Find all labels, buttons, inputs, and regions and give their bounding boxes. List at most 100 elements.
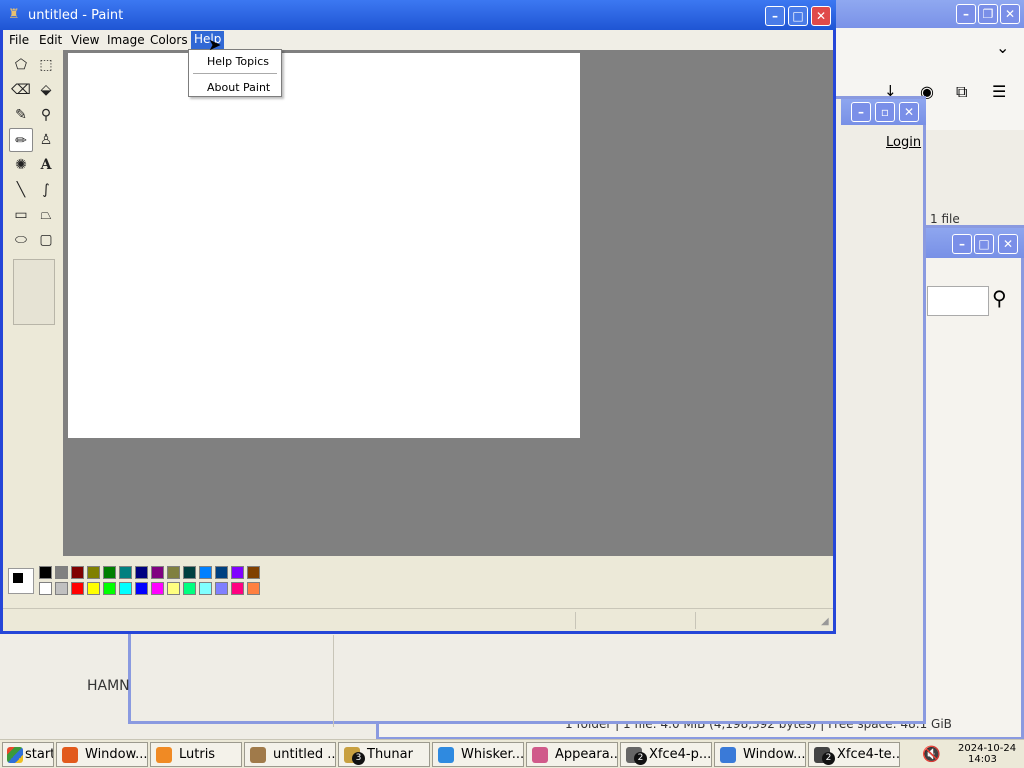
eraser-icon[interactable]: ⌫: [9, 78, 33, 102]
color-swatch[interactable]: [135, 566, 148, 579]
login-link[interactable]: Login: [886, 135, 921, 150]
taskbar-item[interactable]: Whisker...: [432, 742, 524, 767]
menu-file[interactable]: File: [9, 33, 29, 47]
thunar-close-button[interactable]: ✕: [998, 234, 1018, 254]
paint-minimize-button[interactable]: –: [765, 6, 785, 26]
extensions-icon[interactable]: ⧉: [956, 82, 967, 102]
curve-icon[interactable]: ∫: [34, 178, 58, 202]
clock-date[interactable]: 2024-10-24: [958, 743, 1016, 754]
color-swatch[interactable]: [71, 582, 84, 595]
current-colors-indicator[interactable]: [8, 568, 34, 594]
start-button[interactable]: start: [2, 742, 54, 767]
menu-icon[interactable]: ☰: [992, 82, 1006, 101]
chevron-down-icon[interactable]: ⌄: [996, 38, 1009, 57]
thunar-minimize-button[interactable]: –: [952, 234, 972, 254]
brush-icon[interactable]: ♙: [34, 128, 58, 152]
color-swatch[interactable]: [183, 582, 196, 595]
color-swatch[interactable]: [199, 582, 212, 595]
color-swatch[interactable]: [119, 582, 132, 595]
login-close-button[interactable]: ✕: [899, 102, 919, 122]
color-swatch[interactable]: [151, 566, 164, 579]
color-swatch[interactable]: [55, 582, 68, 595]
search-icon[interactable]: ⚲: [992, 286, 1007, 310]
browser-close-button[interactable]: ✕: [1000, 4, 1020, 24]
rect-select-icon[interactable]: ⬚: [34, 53, 58, 77]
line-icon[interactable]: ╲: [9, 178, 33, 202]
app-icon: [720, 747, 736, 763]
color-swatch[interactable]: [231, 582, 244, 595]
taskbar-item[interactable]: untitled ...: [244, 742, 336, 767]
color-swatch[interactable]: [87, 566, 100, 579]
rectangle-icon[interactable]: ▭: [9, 203, 33, 227]
ellipse-icon[interactable]: ⬭: [9, 228, 33, 252]
menu-colors[interactable]: Colors: [150, 33, 188, 47]
color-swatch[interactable]: [167, 582, 180, 595]
pencil-icon[interactable]: ✏: [9, 128, 33, 152]
tool-options-box[interactable]: [13, 259, 55, 325]
color-swatch[interactable]: [167, 566, 180, 579]
color-swatch[interactable]: [183, 566, 196, 579]
taskbar-item[interactable]: Window...: [56, 742, 148, 767]
paint-maximize-button[interactable]: □: [788, 6, 808, 26]
color-swatch[interactable]: [55, 566, 68, 579]
app-icon: [438, 747, 454, 763]
color-swatch[interactable]: [231, 566, 244, 579]
login-maximize-button[interactable]: ▫: [875, 102, 895, 122]
color-swatch[interactable]: [247, 566, 260, 579]
paint-menubar: File Edit View Image Colors Help: [3, 30, 833, 50]
taskbar-item[interactable]: Appeara...: [526, 742, 618, 767]
color-swatch[interactable]: [215, 566, 228, 579]
window-count-badge: 3: [352, 752, 365, 765]
app-icon: [156, 747, 172, 763]
clock-time[interactable]: 14:03: [968, 754, 997, 765]
color-swatch[interactable]: [215, 582, 228, 595]
login-minimize-button[interactable]: –: [851, 102, 871, 122]
browser-restore-button[interactable]: ❐: [978, 4, 998, 24]
magnifier-icon[interactable]: ⚲: [34, 103, 58, 127]
color-swatch[interactable]: [39, 566, 52, 579]
color-swatch[interactable]: [71, 566, 84, 579]
taskbar-item[interactable]: Lutris: [150, 742, 242, 767]
color-swatch[interactable]: [199, 566, 212, 579]
hamn-text: HAMN: [87, 678, 130, 694]
free-select-icon[interactable]: ⬠: [9, 53, 33, 77]
resize-grip-icon[interactable]: ◢: [821, 616, 829, 627]
taskbar-item-label: Thunar: [367, 747, 413, 762]
paint-titlebar[interactable]: ♜ untitled - Paint – □ ✕: [0, 0, 836, 30]
color-swatch[interactable]: [151, 582, 164, 595]
airbrush-icon[interactable]: ✺: [9, 153, 33, 177]
taskbar-item[interactable]: Window...: [714, 742, 806, 767]
paint-close-button[interactable]: ✕: [811, 6, 831, 26]
menu-item-help-topics[interactable]: Help Topics: [207, 55, 269, 68]
menu-image[interactable]: Image: [107, 33, 145, 47]
taskbar-item-label: Whisker...: [461, 747, 524, 762]
text-tool-icon[interactable]: A: [34, 153, 58, 177]
color-swatch[interactable]: [119, 566, 132, 579]
browser-minimize-button[interactable]: –: [956, 4, 976, 24]
drawing-canvas[interactable]: [68, 53, 580, 438]
paint-toolbox: ⬠ ⬚ ⌫ ⬙ ✎ ⚲ ✏ ♙ ✺ A ╲ ∫ ▭ ⏢ ⬭ ▢: [3, 50, 63, 556]
taskbar-item[interactable]: 2 Xfce4-te...: [808, 742, 900, 767]
menu-edit[interactable]: Edit: [39, 33, 62, 47]
volume-muted-icon[interactable]: 🔇: [922, 745, 941, 763]
thunar-maximize-button[interactable]: □: [974, 234, 994, 254]
foreground-color[interactable]: [12, 572, 24, 584]
rounded-rect-icon[interactable]: ▢: [34, 228, 58, 252]
menu-item-about-paint[interactable]: About Paint: [207, 81, 270, 94]
color-swatch[interactable]: [103, 582, 116, 595]
taskbar-item-label: Lutris: [179, 747, 216, 762]
login-window-divider: [333, 635, 334, 727]
color-swatch[interactable]: [87, 582, 100, 595]
paint-window: ♜ untitled - Paint – □ ✕ File Edit View …: [0, 0, 836, 634]
color-swatch[interactable]: [39, 582, 52, 595]
color-swatch[interactable]: [247, 582, 260, 595]
taskbar-item[interactable]: 3 Thunar: [338, 742, 430, 767]
taskbar-item[interactable]: 2 Xfce4-p...: [620, 742, 712, 767]
color-swatch[interactable]: [135, 582, 148, 595]
thunar-search-field[interactable]: [927, 286, 989, 316]
polygon-icon[interactable]: ⏢: [34, 203, 58, 227]
color-picker-icon[interactable]: ✎: [9, 103, 33, 127]
menu-view[interactable]: View: [71, 33, 99, 47]
color-swatch[interactable]: [103, 566, 116, 579]
fill-bucket-icon[interactable]: ⬙: [34, 78, 58, 102]
